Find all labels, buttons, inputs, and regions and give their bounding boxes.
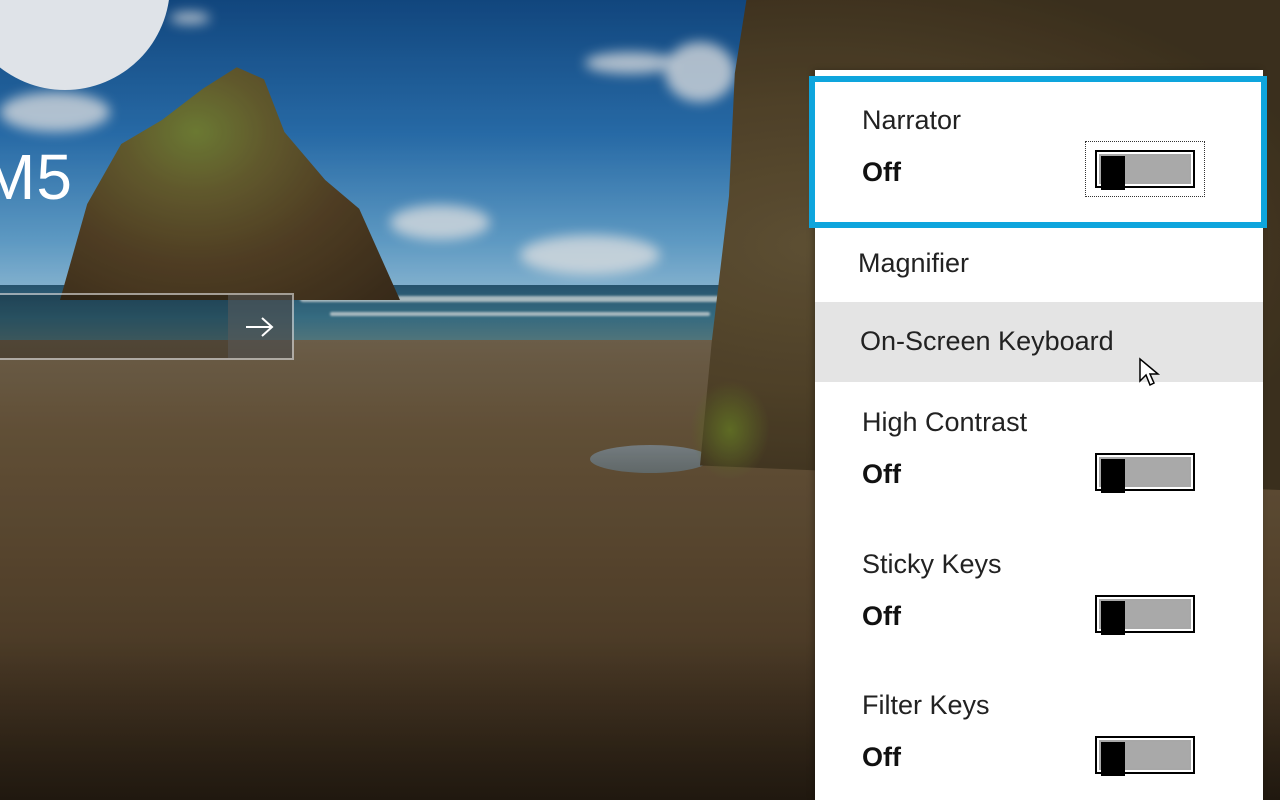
narrator-state: Off bbox=[862, 157, 901, 187]
mouse-pointer-icon bbox=[1139, 357, 1161, 387]
toggle-knob bbox=[1101, 459, 1125, 493]
password-box bbox=[0, 293, 294, 360]
narrator-item[interactable]: Narrator Off bbox=[809, 70, 1267, 230]
sticky-keys-item[interactable]: Sticky Keys Off bbox=[815, 532, 1263, 662]
filter-keys-state: Off bbox=[862, 742, 901, 772]
toggle-knob bbox=[1101, 156, 1125, 190]
ease-of-access-flyout: Narrator Off Magnifier On-Screen Keyboar… bbox=[809, 70, 1267, 800]
sticky-keys-state: Off bbox=[862, 601, 901, 631]
narrator-toggle[interactable] bbox=[1095, 150, 1195, 190]
sticky-keys-label: Sticky Keys bbox=[862, 549, 1002, 579]
arrow-right-icon bbox=[246, 316, 274, 337]
toggle-knob bbox=[1101, 601, 1125, 635]
filter-keys-item[interactable]: Filter Keys Off bbox=[815, 673, 1263, 800]
on-screen-keyboard-label: On-Screen Keyboard bbox=[860, 326, 1114, 356]
toggle-track bbox=[1099, 154, 1191, 190]
sticky-keys-toggle[interactable] bbox=[1095, 595, 1195, 635]
high-contrast-state: Off bbox=[862, 459, 901, 489]
high-contrast-toggle[interactable] bbox=[1095, 453, 1195, 493]
on-screen-keyboard-item[interactable]: On-Screen Keyboard bbox=[815, 302, 1263, 382]
password-input[interactable] bbox=[0, 295, 228, 358]
submit-button[interactable] bbox=[228, 295, 292, 358]
filter-keys-toggle[interactable] bbox=[1095, 736, 1195, 776]
high-contrast-item[interactable]: High Contrast Off bbox=[815, 390, 1263, 520]
magnifier-label: Magnifier bbox=[858, 248, 970, 278]
filter-keys-label: Filter Keys bbox=[862, 690, 990, 720]
magnifier-item[interactable]: Magnifier bbox=[815, 230, 1263, 302]
toggle-track bbox=[1099, 457, 1191, 493]
toggle-track bbox=[1099, 599, 1191, 635]
username: M5 bbox=[0, 141, 73, 213]
narrator-label: Narrator bbox=[862, 105, 962, 135]
toggle-track bbox=[1099, 740, 1191, 776]
high-contrast-label: High Contrast bbox=[862, 407, 1028, 437]
focus-ring bbox=[809, 76, 1267, 228]
toggle-knob bbox=[1101, 742, 1125, 776]
